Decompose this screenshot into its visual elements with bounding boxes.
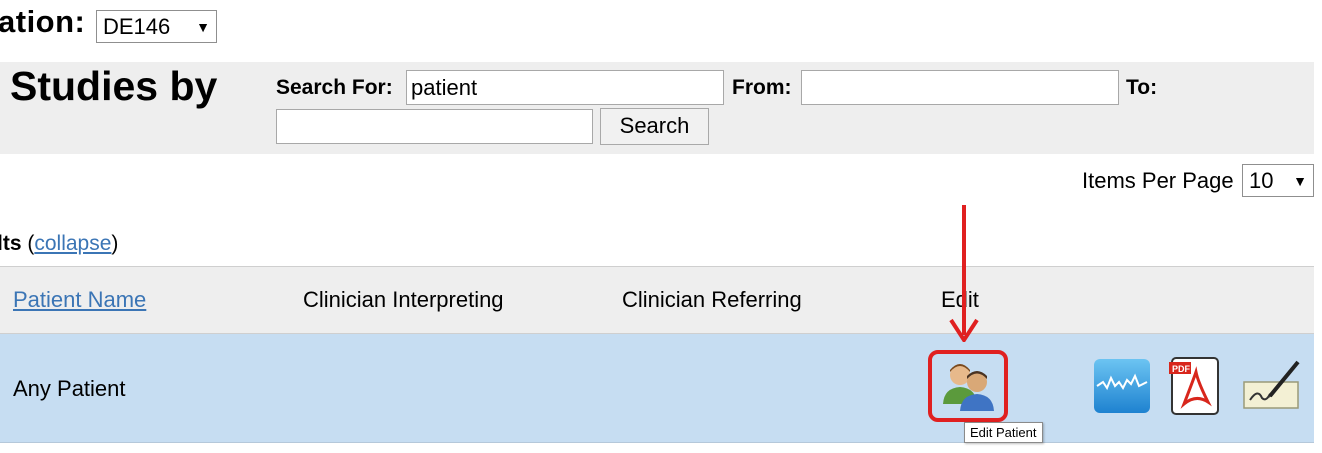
search-for-label: Search For:: [276, 76, 393, 99]
search-input[interactable]: [406, 70, 724, 105]
annotation-arrowhead-icon: [949, 318, 979, 342]
collapse-link[interactable]: collapse: [34, 232, 111, 255]
from-date-input[interactable]: [801, 70, 1119, 105]
waveform-icon[interactable]: [1093, 358, 1151, 414]
results-heading: lts (collapse): [0, 232, 118, 256]
results-label: lts: [0, 232, 22, 255]
items-per-page-select[interactable]: 10 ▼: [1242, 164, 1314, 197]
column-header-patient-name[interactable]: Patient Name: [13, 287, 146, 313]
location-select-value: DE146: [103, 13, 171, 39]
location-label: ation:: [0, 4, 86, 39]
items-per-page-value: 10: [1249, 167, 1274, 193]
chevron-down-icon: ▼: [196, 18, 210, 35]
to-date-input[interactable]: [276, 109, 593, 144]
chevron-down-icon: ▼: [1293, 172, 1307, 189]
pdf-icon[interactable]: PDF: [1168, 356, 1222, 416]
edit-patient-tooltip: Edit Patient: [964, 422, 1043, 443]
from-label: From:: [732, 76, 792, 99]
svg-text:PDF: PDF: [1172, 364, 1191, 374]
column-header-clinician-referring: Clinician Referring: [622, 287, 802, 312]
patient-name-cell: Any Patient: [13, 376, 126, 401]
to-label: To:: [1126, 76, 1158, 99]
column-header-clinician-interpreting: Clinician Interpreting: [303, 287, 504, 312]
annotation-highlight-box: [928, 350, 1008, 422]
column-header-edit: Edit: [941, 287, 979, 312]
sign-icon[interactable]: [1240, 358, 1304, 414]
annotation-arrow-line: [962, 205, 966, 335]
items-per-page-label: Items Per Page: [1082, 168, 1234, 193]
location-select[interactable]: DE146 ▼: [96, 10, 217, 43]
page-title: Studies by: [10, 63, 218, 109]
search-button[interactable]: Search: [600, 108, 709, 145]
close-paren: ): [111, 232, 119, 255]
